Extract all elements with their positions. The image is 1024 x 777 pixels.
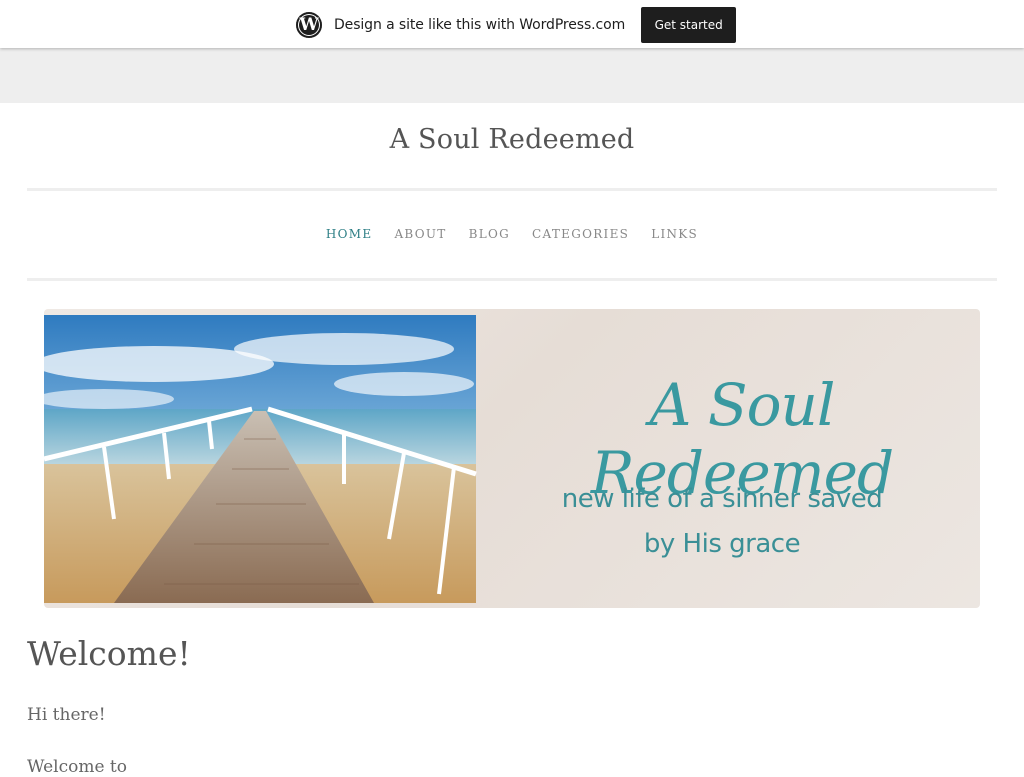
- nav-item-links[interactable]: LINKS: [651, 227, 698, 241]
- site-title[interactable]: A Soul Redeemed: [0, 124, 1024, 155]
- promo-message: Design a site like this with WordPress.c…: [334, 17, 626, 33]
- post-paragraph: Welcome to: [27, 757, 127, 777]
- nav-item-categories[interactable]: CATEGORIES: [532, 227, 629, 241]
- header-image[interactable]: A Soul Redeemed new life of a sinner sav…: [44, 309, 980, 608]
- nav-item-about[interactable]: ABOUT: [394, 227, 446, 241]
- nav-item-home[interactable]: HOME: [326, 227, 373, 241]
- post-title: Welcome!: [27, 634, 191, 673]
- nav-item-blog[interactable]: BLOG: [469, 227, 510, 241]
- header-image-subtitle: new life of a sinner saved by His grace: [504, 477, 940, 567]
- divider: [27, 278, 997, 281]
- divider: [27, 188, 997, 191]
- header-band: [0, 48, 1024, 103]
- subtitle-line-1: new life of a sinner saved: [561, 484, 883, 514]
- main-navigation: HOME ABOUT BLOG CATEGORIES LINKS: [0, 227, 1024, 241]
- wordpress-logo-icon[interactable]: W: [296, 12, 322, 38]
- subtitle-line-2: by His grace: [643, 529, 801, 559]
- get-started-button[interactable]: Get started: [641, 7, 737, 43]
- post-paragraph: Hi there!: [27, 705, 106, 725]
- wordpress-promo-bar: W Design a site like this with WordPress…: [0, 0, 1024, 48]
